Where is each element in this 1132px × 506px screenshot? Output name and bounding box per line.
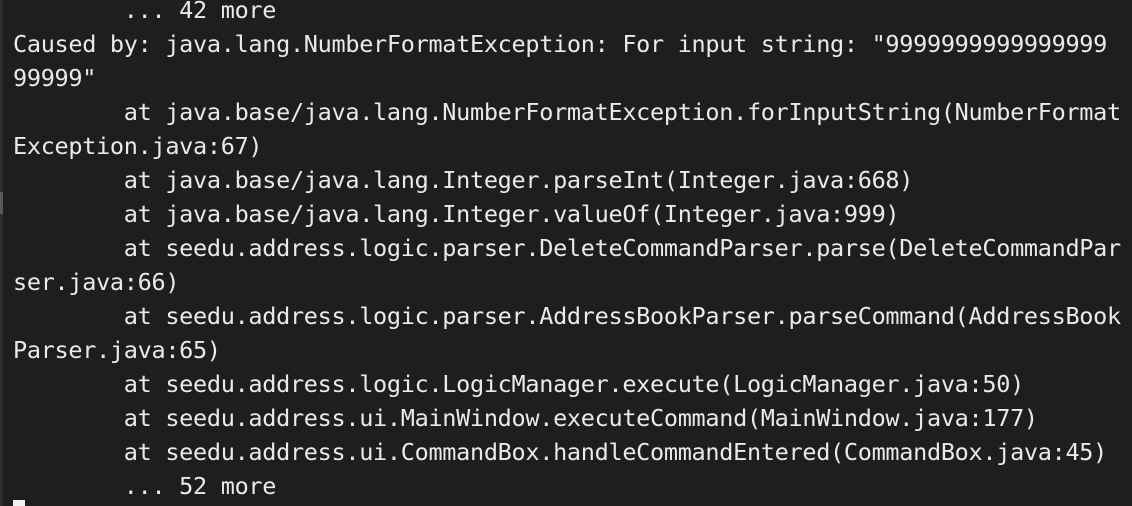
terminal-line: Parser.java:65) [13, 336, 221, 364]
terminal-line: at seedu.address.logic.parser.AddressBoo… [13, 302, 1121, 330]
terminal-line: Caused by: java.lang.NumberFormatExcepti… [13, 30, 1108, 58]
terminal-line: at java.base/java.lang.NumberFormatExcep… [13, 98, 1121, 126]
terminal-line: ser.java:66) [13, 268, 180, 296]
terminal-window[interactable]: ... 42 more Caused by: java.lang.NumberF… [0, 0, 1132, 506]
terminal-line: ... 42 more [13, 0, 277, 24]
terminal-line: at java.base/java.lang.Integer.parseInt(… [13, 166, 914, 194]
terminal-line: at java.base/java.lang.Integer.valueOf(I… [13, 200, 900, 228]
terminal-line: ... 52 more [13, 472, 277, 500]
resize-handle[interactable] [0, 192, 3, 214]
terminal-line: at seedu.address.ui.CommandBox.handleCom… [13, 438, 1108, 466]
terminal-line: at seedu.address.ui.MainWindow.executeCo… [13, 404, 1038, 432]
terminal-output: ... 42 more Caused by: java.lang.NumberF… [13, 0, 1121, 503]
terminal-line: at seedu.address.logic.parser.DeleteComm… [13, 234, 1121, 262]
terminal-line: 99999" [13, 64, 97, 92]
window-left-edge [0, 0, 3, 506]
terminal-line: Exception.java:67) [13, 132, 263, 160]
text-cursor [13, 500, 25, 506]
terminal-line: at seedu.address.logic.LogicManager.exec… [13, 370, 1024, 398]
